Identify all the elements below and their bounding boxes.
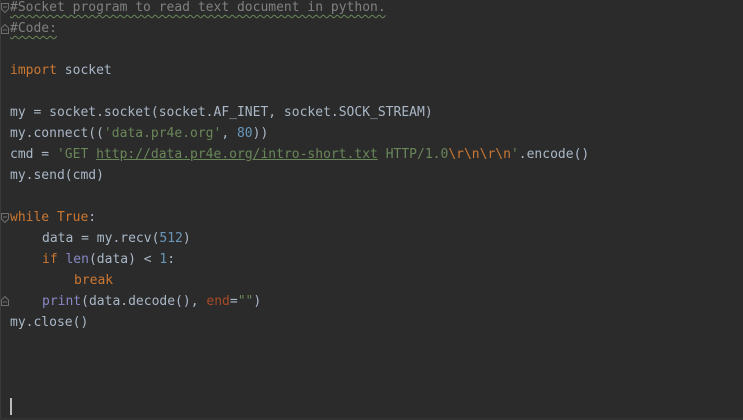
code-line-16: my.close() <box>10 312 743 333</box>
escape-sequence: \r\n\r\n <box>448 147 511 162</box>
code-text: my.connect(( <box>10 126 104 141</box>
code-line-11: while True: <box>10 207 743 228</box>
code-text: , <box>221 126 237 141</box>
code-area[interactable]: #Socket program to read text document in… <box>10 0 743 333</box>
code-text: data = my.recv( <box>42 231 160 246</box>
comment: #Socket program to read text document in… <box>10 0 386 15</box>
string-literal: HTTP/1.0 <box>377 147 449 162</box>
fold-end-icon[interactable] <box>1 296 9 306</box>
named-argument: end <box>206 294 230 309</box>
code-text: = <box>229 294 238 309</box>
fold-collapse-icon[interactable] <box>1 3 9 13</box>
code-line-6: my = socket.socket(socket.AF_INET, socke… <box>10 102 743 123</box>
keyword: if <box>42 252 58 267</box>
code-text: ) <box>253 294 262 309</box>
code-line-2: #Code: <box>10 18 743 39</box>
keyword: import <box>10 63 57 78</box>
fold-end-icon[interactable] <box>1 24 9 34</box>
code-line-14: break <box>10 270 743 291</box>
gutter-divider <box>0 0 1 420</box>
code-text: : <box>167 252 176 267</box>
string-literal: 'data.pr4e.org' <box>103 126 222 141</box>
code-line-13: if len(data) < 1: <box>10 249 743 270</box>
code-text: my.close() <box>10 315 89 330</box>
code-line-12: data = my.recv(512) <box>10 228 743 249</box>
string-literal: "" <box>237 294 254 309</box>
keyword: while <box>10 210 50 225</box>
code-line-7: my.connect(('data.pr4e.org', 80)) <box>10 123 743 144</box>
fold-collapse-icon[interactable] <box>1 213 9 223</box>
text-cursor <box>10 398 12 415</box>
builtin-function: print <box>42 294 82 309</box>
code-line-4: import socket <box>10 60 743 81</box>
code-text: socket <box>56 63 112 78</box>
code-line-8: cmd = 'GET http://data.pr4e.org/intro-sh… <box>10 144 743 165</box>
string-literal: 'GET <box>56 147 97 162</box>
code-text: my = socket.socket(socket.AF_INET, socke… <box>10 105 433 120</box>
code-editor[interactable]: #Socket program to read text document in… <box>0 0 743 420</box>
code-text: ) <box>182 231 191 246</box>
number-literal: 512 <box>159 231 183 246</box>
code-line-15: print(data.decode(), end="") <box>10 291 743 312</box>
url-link[interactable]: http://data.pr4e.org/intro-short.txt <box>96 147 378 162</box>
code-line-9: my.send(cmd) <box>10 165 743 186</box>
builtin-function: len <box>65 252 89 267</box>
code-text: (data) < <box>88 252 160 267</box>
keyword: break <box>74 273 114 288</box>
code-text: : <box>88 210 97 225</box>
code-text: )) <box>252 126 269 141</box>
code-text: my.send(cmd) <box>10 168 104 183</box>
keyword: True <box>56 210 89 225</box>
code-text: .encode() <box>518 147 590 162</box>
comment: #Code: <box>10 21 57 36</box>
string-literal: ' <box>510 147 519 162</box>
number-literal: 80 <box>236 126 253 141</box>
code-text: cmd = <box>10 147 57 162</box>
code-text: (data.decode(), <box>81 294 207 309</box>
code-line-1: #Socket program to read text document in… <box>10 0 743 18</box>
